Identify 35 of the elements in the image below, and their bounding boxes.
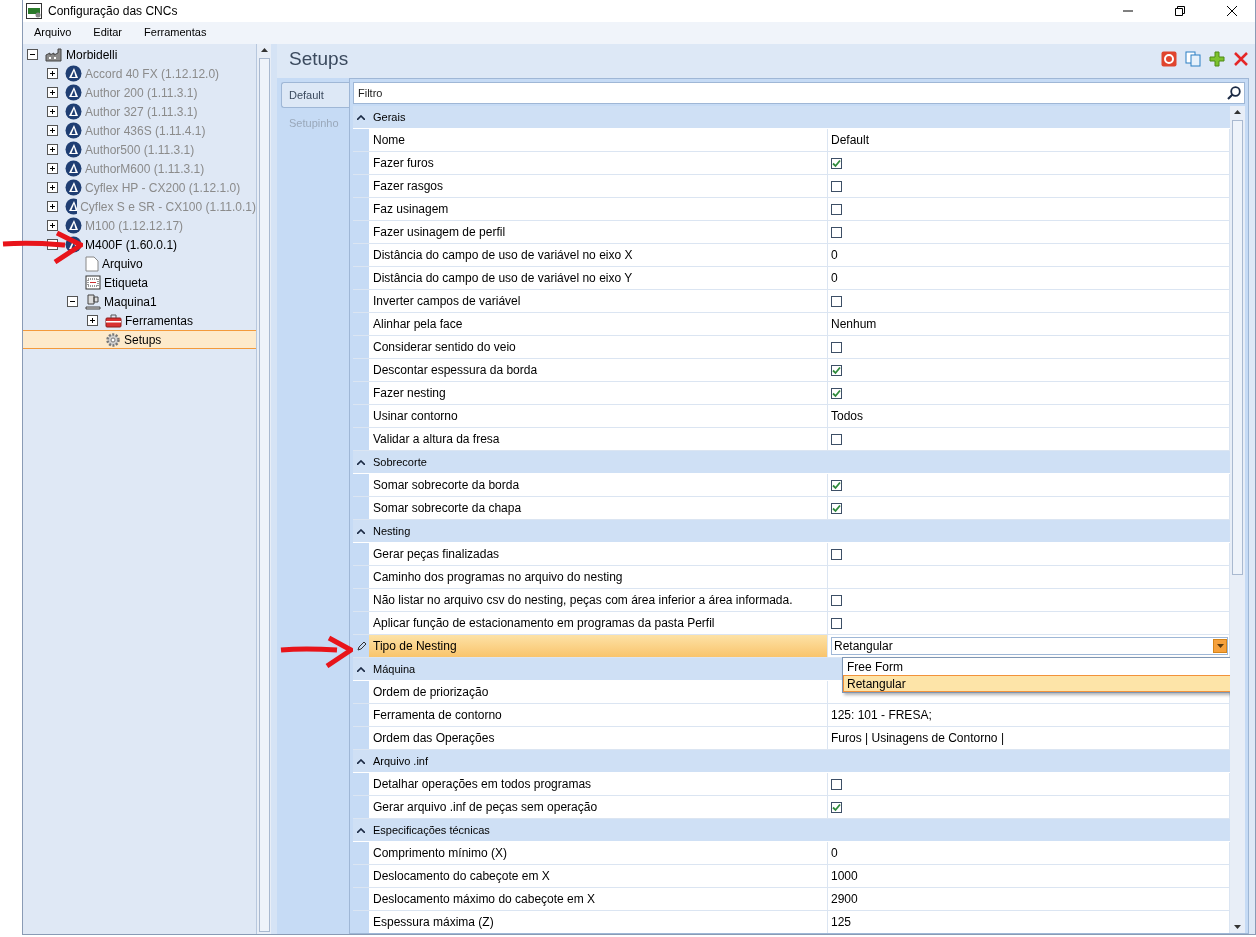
tree-item-label: M400F (1.60.0.1) [85, 237, 178, 252]
tree-item-label: Accord 40 FX (1.12.12.0) [85, 66, 220, 81]
property-value: Furos | Usinagens de Contorno | [831, 731, 1004, 745]
property-value: 0 [831, 271, 838, 285]
property-value: Default [831, 133, 870, 147]
tree-item-label: Author 200 (1.11.3.1) [85, 85, 198, 100]
section-title: Especificações técnicas [373, 824, 490, 836]
tree-item-label: Morbidelli [66, 47, 118, 62]
tree-item-label: Cyflex HP - CX200 (1.12.1.0) [85, 180, 241, 195]
tree-item-label: Setups [124, 332, 162, 347]
tree-item-label: Author 436S (1.11.4.1) [85, 123, 206, 138]
section-title: Nesting [373, 525, 411, 537]
tree-item-label: M100 (1.12.12.17) [85, 218, 184, 233]
tree-item-label: Cyflex S e SR - CX100 (1.11.0.1) [80, 199, 256, 214]
property-value: 0 [831, 248, 838, 262]
property-value: 2900 [831, 892, 858, 906]
panel-title: Setups [289, 48, 349, 70]
property-value: Nenhum [831, 317, 877, 331]
section-title: Máquina [373, 663, 416, 675]
property-value: 125 [831, 915, 852, 929]
property-value: Todos [831, 409, 864, 423]
section-title: Sobrecorte [373, 456, 427, 468]
tree-item-label: Arquivo [102, 256, 143, 271]
tree-item-label: AuthorM600 (1.11.3.1) [85, 161, 205, 176]
property-value: 0 [831, 846, 838, 860]
tree-item-label: Author500 (1.11.3.1) [85, 142, 195, 157]
tree-item-label: Ferramentas [125, 313, 194, 328]
section-title: Arquivo .inf [373, 755, 429, 767]
tree-item-label: Author 327 (1.11.3.1) [85, 104, 198, 119]
window-title: Configuração das CNCs [48, 4, 178, 18]
property-value: 125: 101 - FRESA; [831, 708, 932, 722]
property-value: 1000 [831, 869, 858, 883]
tree-item-label: Etiqueta [104, 275, 149, 290]
section-title: Gerais [373, 111, 406, 123]
tree-item-label: Maquina1 [104, 294, 157, 309]
